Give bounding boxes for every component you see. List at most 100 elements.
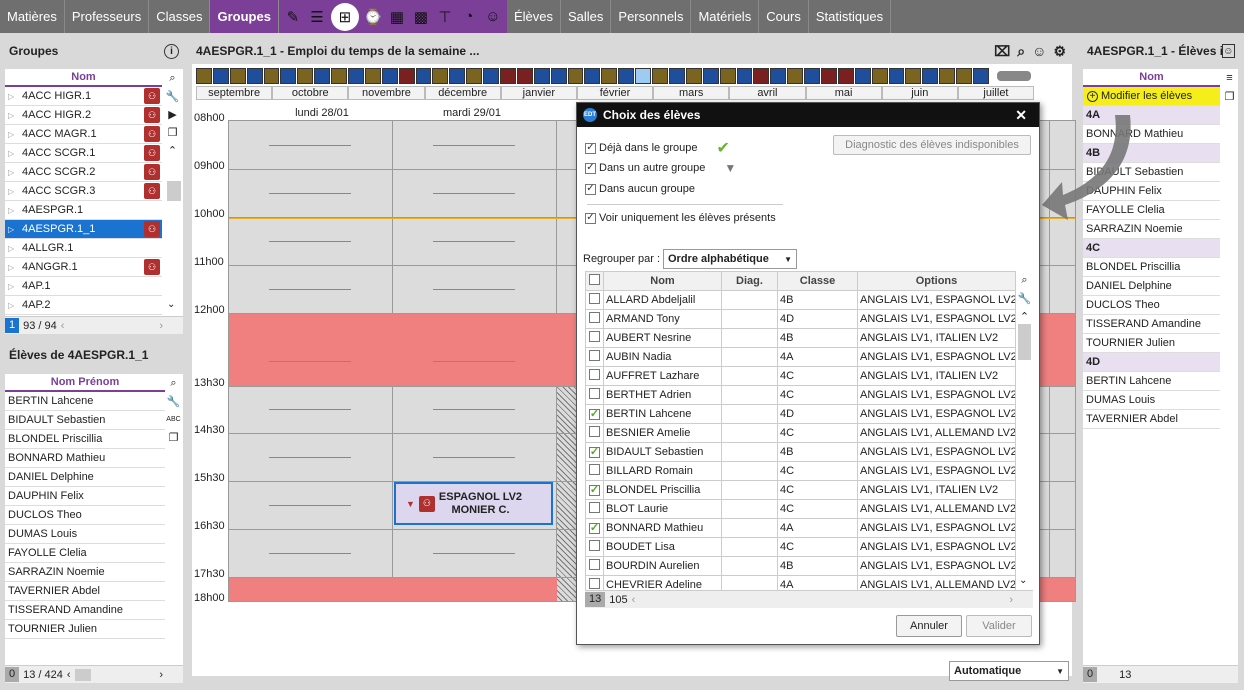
week-cell[interactable] xyxy=(263,68,280,84)
student-row[interactable]: BLONDEL Priscillia xyxy=(1083,258,1220,277)
group-row[interactable]: ▷ 4AP.1 xyxy=(5,277,162,296)
week-cell[interactable] xyxy=(905,68,922,84)
col-class[interactable]: Classe xyxy=(777,271,858,291)
row-checkbox-cell[interactable] xyxy=(585,442,604,462)
week-cell[interactable] xyxy=(348,68,364,84)
student-table-row[interactable]: BILLARD Romain 4C ANGLAIS LV1, ESPAGNOL LV… xyxy=(585,461,1016,481)
group-structure-icon[interactable]: ⊞ xyxy=(330,2,359,31)
week-cell[interactable] xyxy=(888,68,905,84)
group-row[interactable]: ▷ 4ACC SCGR.3 ⚇ xyxy=(5,182,162,201)
student-table-row[interactable]: ALLARD Abdeljalil 4B ANGLAIS LV1, ESPAGNOL… xyxy=(585,290,1016,310)
row-checkbox-cell[interactable] xyxy=(585,423,604,443)
row-checkbox-cell[interactable] xyxy=(585,461,604,481)
search-icon[interactable]: ⌕ xyxy=(1017,272,1032,288)
cancel-button[interactable]: Annuler xyxy=(896,615,962,637)
groups-scroll-thumb[interactable] xyxy=(167,181,181,201)
scroll-down-icon[interactable]: ⌄ xyxy=(167,299,175,310)
week-cell[interactable] xyxy=(702,68,719,84)
tab-groupes[interactable]: Groupes xyxy=(210,0,279,33)
week-cell[interactable] xyxy=(584,68,601,84)
triangle-icon[interactable]: ▷ xyxy=(8,168,18,177)
week-cell[interactable] xyxy=(432,68,449,84)
week-cell[interactable] xyxy=(854,68,871,84)
wrench-icon[interactable]: 🔧 xyxy=(1017,290,1032,306)
week-cell[interactable] xyxy=(381,68,398,84)
checkbox[interactable] xyxy=(589,426,600,437)
student-row[interactable]: DUMAS Louis xyxy=(1083,391,1220,410)
student-row[interactable]: TOURNIER Julien xyxy=(5,620,165,639)
tab-classes[interactable]: Classes xyxy=(149,0,211,33)
scroll-left-icon[interactable]: ‹ xyxy=(632,594,636,606)
student-table-row[interactable]: BOUDET Lisa 4C ANGLAIS LV1, ESPAGNOL LV2 xyxy=(585,537,1016,557)
week-range-handle[interactable] xyxy=(997,71,1031,81)
validate-button[interactable]: Valider xyxy=(966,615,1032,637)
student-row[interactable]: DAUPHIN Felix xyxy=(5,487,165,506)
scroll-left-icon[interactable]: ‹ xyxy=(61,320,65,332)
group-row[interactable]: ▷ 4ACC SCGR.1 ⚇ xyxy=(5,144,162,163)
group-row[interactable]: ▷ 4ANGGR.1 ⚇ xyxy=(5,258,162,277)
list-icon[interactable]: ☰ xyxy=(307,7,327,27)
week-cell[interactable] xyxy=(601,68,618,84)
edit-list-icon[interactable]: ✎ xyxy=(283,7,303,27)
week-cell[interactable] xyxy=(398,68,415,84)
week-selector[interactable] xyxy=(196,68,990,84)
student-row[interactable]: TAVERNIER Abdel xyxy=(5,582,165,601)
week-cell[interactable] xyxy=(820,68,837,84)
student-row[interactable]: DUCLOS Theo xyxy=(1083,296,1220,315)
tab-statistiques[interactable]: Statistiques xyxy=(809,0,892,33)
scroll-right-icon[interactable]: › xyxy=(1009,594,1013,606)
menu-icon[interactable]: ≡ xyxy=(1222,70,1237,86)
week-cell[interactable] xyxy=(685,68,702,84)
row-checkbox-cell[interactable] xyxy=(585,537,604,557)
group-row[interactable]: ▷ 4ACC SCGR.2 ⚇ xyxy=(5,163,162,182)
copy-icon[interactable]: ❐ xyxy=(1222,88,1237,104)
checkbox[interactable] xyxy=(589,502,600,513)
month-label[interactable]: mars xyxy=(653,86,730,100)
scroll-left-icon[interactable]: ‹ xyxy=(67,669,71,681)
checkbox[interactable] xyxy=(585,183,596,195)
student-row[interactable]: SARRAZIN Noemie xyxy=(5,563,165,582)
checkbox[interactable] xyxy=(589,522,600,534)
month-label[interactable]: mai xyxy=(805,86,882,100)
copy-icon[interactable]: ❐ xyxy=(166,429,181,445)
month-label[interactable]: septembre xyxy=(196,86,273,100)
student-row[interactable]: BIDAULT Sebastien xyxy=(5,411,165,430)
student-table-row[interactable]: AUBERT Nesrine 4B ANGLAIS LV1, ITALIEN LV2 xyxy=(585,328,1016,348)
tab-salles[interactable]: Salles xyxy=(561,0,612,33)
month-label[interactable]: octobre xyxy=(272,86,349,100)
scroll-up-icon[interactable]: ⌃ xyxy=(165,142,180,158)
group-row[interactable]: ▷ 4AESPGR.1_1 ⚇ xyxy=(5,220,162,239)
checkbox[interactable] xyxy=(585,212,596,224)
week-cell[interactable] xyxy=(787,68,804,84)
week-cell[interactable] xyxy=(668,68,685,84)
students-name-column-header[interactable]: Nom Prénom xyxy=(5,374,165,392)
clock-check-icon[interactable]: ◔ xyxy=(459,7,479,27)
row-checkbox-cell[interactable] xyxy=(585,499,604,519)
week-cell[interactable] xyxy=(635,68,652,84)
week-cell[interactable] xyxy=(246,68,263,84)
row-checkbox-cell[interactable] xyxy=(585,480,604,500)
month-label[interactable]: novembre xyxy=(348,86,425,100)
week-cell[interactable] xyxy=(449,68,466,84)
scroll-down-icon[interactable]: ⌄ xyxy=(1019,575,1027,586)
month-label[interactable]: février xyxy=(576,86,654,100)
group-row[interactable]: ▷ 4ALLGR.1 xyxy=(5,239,162,258)
week-cell[interactable] xyxy=(331,68,348,84)
week-cell[interactable] xyxy=(550,68,567,84)
tab-personnels[interactable]: Personnels xyxy=(611,0,692,33)
student-table-row[interactable]: BLOT Laurie 4C ANGLAIS LV1, ALLEMAND LV2 xyxy=(585,499,1016,519)
triangle-icon[interactable]: ▷ xyxy=(8,244,18,253)
person-icon[interactable]: ☺ xyxy=(483,7,503,27)
student-table-row[interactable]: AUFFRET Lazhare 4C ANGLAIS LV1, ITALIEN LV… xyxy=(585,366,1016,386)
course-espagnol[interactable]: ▼ ⚇ ESPAGNOL LV2 MONIER C. xyxy=(394,482,553,525)
group-row[interactable]: ▷ 4ACC MAGR.1 ⚇ xyxy=(5,125,162,144)
triangle-icon[interactable]: ▷ xyxy=(8,282,18,291)
checkbox[interactable] xyxy=(589,369,600,380)
week-cell[interactable] xyxy=(500,68,516,84)
student-table-row[interactable]: ARMAND Tony 4D ANGLAIS LV1, ESPAGNOL LV2 xyxy=(585,309,1016,329)
student-row[interactable]: TISSERAND Amandine xyxy=(5,601,165,620)
clear-filter-icon[interactable]: ⌧ xyxy=(994,43,1010,60)
triangle-expanded-icon[interactable]: ▷ xyxy=(8,225,18,234)
month-label[interactable]: avril xyxy=(729,86,806,100)
mode-select[interactable]: Automatique ▼ xyxy=(949,661,1069,681)
